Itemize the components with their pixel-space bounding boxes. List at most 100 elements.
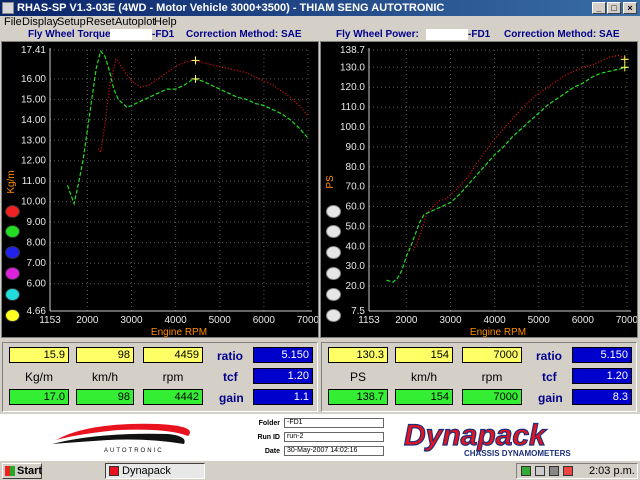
dynapack-logo: Dynapack CHASSIS DYNAMOMETERS — [403, 418, 571, 458]
y-tick-label: 17.41 — [21, 45, 46, 56]
date-label: Date — [264, 448, 280, 455]
x-tick-label: 1153 — [39, 315, 61, 326]
power-blank-field — [426, 29, 468, 40]
title-bar[interactable]: RHAS-SP V1.3-03E (4WD - Motor Vehicle 30… — [0, 0, 640, 16]
antivirus-icon[interactable] — [563, 466, 573, 476]
tcf-value: 1.20 — [572, 368, 632, 384]
series-dot-yellow[interactable] — [5, 309, 20, 322]
app-icon — [2, 2, 14, 14]
y-tick-label: 11.00 — [22, 176, 47, 187]
series-dot-6[interactable] — [326, 309, 341, 322]
minimize-button[interactable]: _ — [592, 2, 606, 14]
series-dot-2[interactable] — [326, 225, 341, 238]
peak-torque-value: 17.0 — [9, 389, 69, 405]
y-tick-label: 90.0 — [346, 142, 366, 153]
y-tick-label: 8.00 — [27, 238, 47, 249]
tcf-label: tcf — [223, 370, 238, 384]
torque-unit-label: Kg/m — [24, 370, 53, 384]
power-rpm: 7000 — [462, 347, 522, 363]
x-axis-label: Engine RPM — [151, 327, 207, 337]
peak-power-rpm: 7000 — [462, 389, 522, 405]
y-axis-label: Kg/m — [6, 170, 17, 193]
ratio-label: ratio — [536, 349, 563, 363]
menu-help[interactable]: Help — [154, 16, 177, 29]
close-button[interactable]: × — [623, 2, 637, 14]
folder-field: -FD1 — [284, 418, 384, 428]
x-tick-label: 2000 — [76, 315, 99, 326]
gain-label: gain — [538, 391, 563, 405]
series-dot-magenta[interactable] — [5, 267, 20, 280]
power-speed: 154 — [395, 347, 453, 363]
power-value: 130.3 — [328, 347, 388, 363]
torque-rpm: 4459 — [143, 347, 203, 363]
x-tick-label: 5000 — [209, 315, 232, 326]
menu-display[interactable]: Display — [22, 16, 58, 29]
menu-autoplot[interactable]: Autoplot — [115, 16, 155, 29]
date-field: 30-May-2007 14:02:16 — [284, 446, 384, 456]
peak-power-speed: 154 — [395, 389, 453, 405]
menu-reset[interactable]: Reset — [86, 16, 115, 29]
y-tick-label: 40.0 — [346, 241, 366, 252]
y-axis-label: PS — [325, 175, 336, 189]
ratio-value: 5.150 — [253, 347, 313, 363]
series-line-0 — [97, 56, 309, 155]
menu-file[interactable]: File — [4, 16, 22, 29]
series-dot-red[interactable] — [5, 205, 20, 218]
y-tick-label: 15.00 — [21, 94, 46, 105]
y-tick-label: 10.00 — [21, 197, 46, 208]
torque-blank-field — [110, 29, 152, 40]
y-tick-label: 70.0 — [346, 182, 366, 193]
x-tick-label: 3000 — [439, 315, 462, 326]
series-dot-cyan[interactable] — [5, 288, 20, 301]
rpm-unit-label: rpm — [481, 370, 503, 384]
autotronic-logo-text: AUTOTRONIC — [104, 448, 164, 454]
clock[interactable]: 2:03 p.m. — [589, 464, 635, 478]
start-label: Start — [17, 465, 43, 477]
dynapack-tagline: CHASSIS DYNAMOMETERS — [464, 449, 571, 458]
series-dot-blue[interactable] — [5, 246, 20, 259]
gain-value: 1.1 — [253, 389, 313, 405]
rpm-unit-label: rpm — [162, 370, 184, 384]
y-tick-label: 6.00 — [27, 279, 47, 290]
y-tick-label: 30.0 — [346, 261, 366, 272]
runid-field: run-2 — [284, 432, 384, 442]
series-dot-4[interactable] — [326, 267, 341, 280]
torque-chart-svg[interactable]: 17.41 16.00 15.00 14.00 13.00 12.00 11.00 10.00… — [2, 42, 318, 337]
taskbar-item-dynapack[interactable]: Dynapack — [105, 463, 205, 479]
power-run-tag: -FD1 — [468, 29, 491, 40]
volume-icon[interactable] — [549, 466, 559, 476]
gain-value: 8.3 — [572, 389, 632, 405]
x-tick-label: 4000 — [483, 315, 506, 326]
monitor-icon[interactable] — [535, 466, 545, 476]
menu-setup[interactable]: Setup — [57, 16, 86, 29]
series-dot-5[interactable] — [326, 288, 341, 301]
power-chart[interactable]: 138.7 130.0 120.0 110.0 100.0 90.0 80.0 70.0 60.… — [320, 41, 638, 338]
y-tick-label: 138.7 — [340, 45, 365, 56]
windows-logo-icon — [5, 466, 15, 476]
maximize-button[interactable]: □ — [607, 2, 621, 14]
x-tick-label: 5000 — [528, 315, 551, 326]
start-button[interactable]: Start — [2, 463, 42, 479]
network-icon[interactable] — [521, 466, 531, 476]
torque-chart[interactable]: 17.41 16.00 15.00 14.00 13.00 12.00 11.00 10.00… — [1, 41, 319, 338]
x-tick-label: 4000 — [164, 315, 187, 326]
power-title: Fly Wheel Power: — [336, 29, 419, 40]
y-tick-label: 13.00 — [21, 135, 46, 146]
series-line-1 — [386, 66, 628, 283]
footer-bar: AUTOTRONIC Folder -FD1 Run ID run-2 Date… — [0, 414, 640, 460]
series-line-0 — [412, 54, 628, 251]
x-tick-label: 7000 — [616, 315, 637, 326]
torque-run-tag: -FD1 — [152, 29, 175, 40]
series-dot-3[interactable] — [326, 246, 341, 259]
ratio-label: ratio — [217, 349, 244, 363]
y-tick-label: 50.0 — [346, 221, 366, 232]
app-icon — [109, 466, 119, 476]
x-tick-label: 7000 — [297, 315, 318, 326]
series-dot-1[interactable] — [326, 205, 341, 218]
system-tray: 2:03 p.m. — [516, 463, 638, 479]
speed-unit-label: km/h — [410, 370, 437, 384]
power-chart-svg[interactable]: 138.7 130.0 120.0 110.0 100.0 90.0 80.0 70.0 60.… — [321, 42, 637, 337]
series-dot-green[interactable] — [5, 225, 20, 238]
power-panel-header: Fly Wheel Power: -FD1 Correction Method:… — [320, 29, 640, 40]
torque-panel-header: Fly Wheel Torque: -FD1 Correction Method… — [0, 29, 320, 40]
